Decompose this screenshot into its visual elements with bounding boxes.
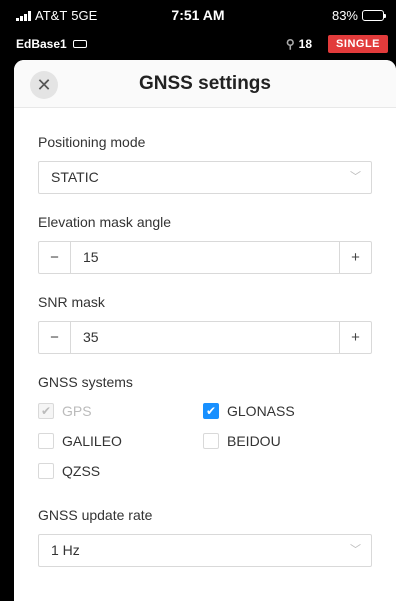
snr-mask-input[interactable]: 35 <box>71 322 339 353</box>
checkbox-icon <box>38 433 54 449</box>
checkbox-icon: ✔ <box>38 403 54 419</box>
elevation-mask-stepper: − 15 + <box>38 241 372 274</box>
battery-info: 83% <box>331 8 386 23</box>
device-bar: EdBase1 ⚲ 18 SINGLE <box>0 30 396 58</box>
checkbox-label: BEIDOU <box>227 433 281 449</box>
checkbox-gps[interactable]: ✔ GPS <box>38 401 203 421</box>
update-rate-select[interactable]: 1 Hz ﹀ <box>38 534 372 567</box>
device-name: EdBase1 <box>16 37 67 51</box>
chevron-down-icon: ﹀ <box>350 544 361 556</box>
snr-mask-label: SNR mask <box>38 294 105 310</box>
page-title: GNSS settings <box>139 73 271 94</box>
elevation-mask-label: Elevation mask angle <box>38 214 172 230</box>
checkbox-glonass[interactable]: ✔ GLONASS <box>203 401 353 421</box>
checkbox-icon <box>203 433 219 449</box>
chevron-down-icon: ﹀ <box>350 171 361 183</box>
snr-mask-stepper: − 35 + <box>38 321 372 354</box>
battery-percent: 83% <box>331 8 358 23</box>
elevation-mask-input[interactable]: 15 <box>71 242 339 273</box>
update-rate-value: 1 Hz <box>51 542 80 558</box>
snr-increment-button[interactable]: + <box>339 322 371 353</box>
battery-icon <box>362 10 386 21</box>
update-rate-label: GNSS update rate <box>38 507 153 523</box>
satellite-count: 18 <box>298 37 312 51</box>
checkbox-beidou[interactable]: BEIDOU <box>203 431 353 451</box>
checkbox-label: QZSS <box>62 463 101 479</box>
gnss-systems-label: GNSS systems <box>38 374 133 390</box>
checkbox-icon: ✔ <box>203 403 219 419</box>
sheet-header: ✕ GNSS settings <box>14 60 396 108</box>
positioning-mode-label: Positioning mode <box>38 134 146 150</box>
gnss-systems-group: ✔ GPS ✔ GLONASS GALILEO BEIDOU QZSS <box>38 401 372 481</box>
elevation-decrement-button[interactable]: − <box>39 242 71 273</box>
checkbox-label: GLONASS <box>227 403 295 419</box>
device-info: EdBase1 <box>16 37 87 51</box>
checkbox-label: GALILEO <box>62 433 122 449</box>
elevation-increment-button[interactable]: + <box>339 242 371 273</box>
checkbox-icon <box>38 463 54 479</box>
settings-form: Positioning mode STATIC ﹀ Elevation mask… <box>14 108 396 601</box>
status-bar: AT&T 5GE 7:51 AM 83% <box>0 0 396 30</box>
snr-decrement-button[interactable]: − <box>39 322 71 353</box>
device-battery-icon <box>72 40 87 48</box>
satellite-icon: ⚲ <box>285 37 295 51</box>
checkbox-label: GPS <box>62 403 92 419</box>
positioning-mode-value: STATIC <box>51 169 99 185</box>
positioning-mode-select[interactable]: STATIC ﹀ <box>38 161 372 194</box>
mode-badge: SINGLE <box>328 35 388 53</box>
checkbox-galileo[interactable]: GALILEO <box>38 431 203 451</box>
satellite-info: ⚲ 18 <box>286 37 312 51</box>
gnss-settings-sheet: ✕ GNSS settings Positioning mode STATIC … <box>14 60 396 601</box>
checkbox-qzss[interactable]: QZSS <box>38 461 203 481</box>
